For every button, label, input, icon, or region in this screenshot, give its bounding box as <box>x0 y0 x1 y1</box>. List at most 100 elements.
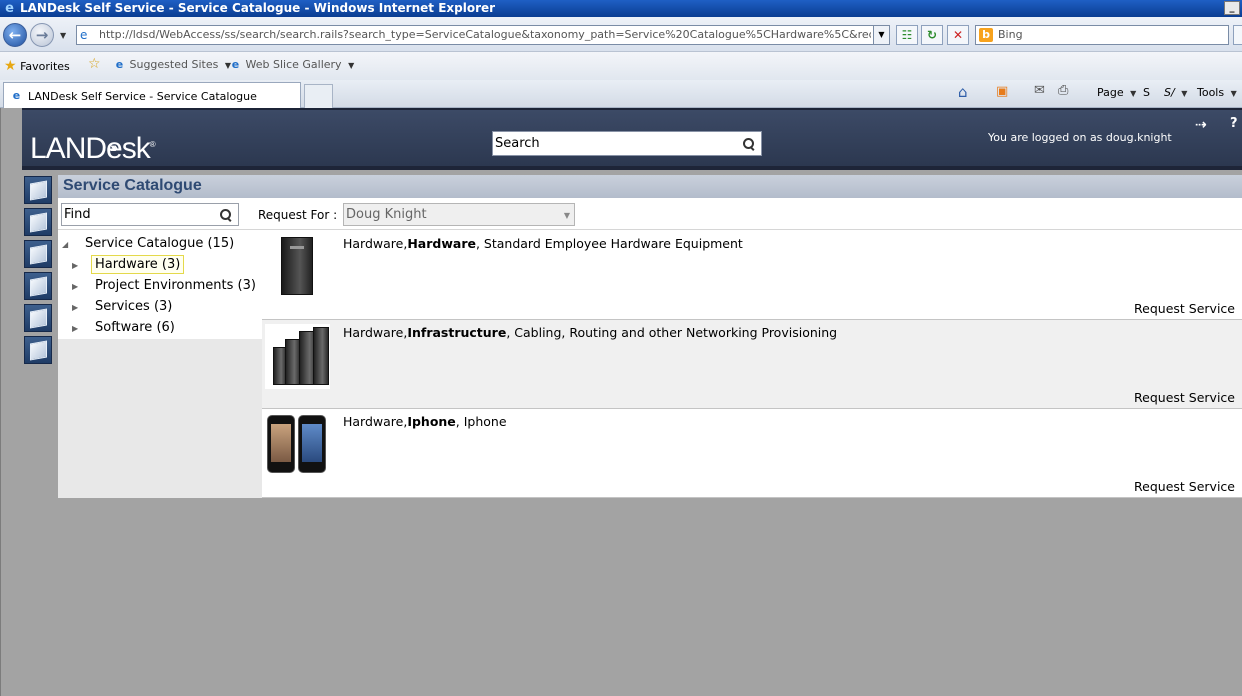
phone-shape <box>298 415 326 473</box>
side-nav-item[interactable] <box>24 272 52 300</box>
side-nav-item[interactable] <box>24 176 52 204</box>
item-name[interactable]: Hardware <box>407 236 476 251</box>
collapsed-triangle-icon[interactable]: ▶ <box>72 324 78 333</box>
search-icon[interactable] <box>743 138 755 150</box>
compatibility-view-button[interactable]: ☷ <box>896 25 918 45</box>
app-header: LANDesk® ››› You are logged on as doug.k… <box>22 108 1242 166</box>
search-go-button[interactable] <box>1233 25 1242 45</box>
page-menu[interactable]: Page ▼ <box>1097 86 1136 99</box>
item-name[interactable]: Iphone <box>407 414 455 429</box>
new-tab-button[interactable] <box>304 84 333 108</box>
help-icon[interactable]: ? <box>1230 116 1242 131</box>
suggested-sites-label: Suggested Sites <box>129 58 219 71</box>
tab-label: LANDesk Self Service - Service Catalogue <box>28 90 257 103</box>
side-nav <box>22 170 56 696</box>
web-slice-gallery-button[interactable]: e Web Slice Gallery ▼ <box>229 58 354 71</box>
add-favorites-icon[interactable]: ☆ <box>88 56 101 72</box>
favorites-label: Favorites <box>20 60 70 73</box>
search-box[interactable]: b Bing <box>975 25 1229 45</box>
pc-tower-image <box>265 235 330 300</box>
print-icon[interactable]: ⎙ <box>1058 83 1068 98</box>
chevron-down-icon: ▼ <box>563 211 570 220</box>
forward-button[interactable]: → <box>30 23 54 47</box>
cube-icon <box>30 180 47 201</box>
tools-menu[interactable]: Tools ▼ <box>1197 86 1237 99</box>
star-icon: ★ <box>4 58 17 74</box>
server-racks-image <box>265 324 330 389</box>
item-name[interactable]: Infrastructure <box>407 325 506 340</box>
side-nav-item[interactable] <box>24 240 52 268</box>
cube-icon <box>30 276 47 297</box>
mail-icon[interactable]: ✉ <box>1034 83 1045 98</box>
catalogue-results: Hardware,Hardware, Standard Employee Har… <box>262 231 1242 498</box>
tools-menu-label: Tools <box>1197 86 1225 99</box>
address-dropdown-icon[interactable]: ▼ <box>873 26 889 44</box>
chevron-down-icon: ▼ <box>348 61 355 70</box>
item-description: Hardware,Iphone, Iphone <box>343 414 507 429</box>
registered-icon: ® <box>149 140 156 149</box>
logo-chevrons-icon: ››› <box>110 139 118 155</box>
server-rack <box>313 327 329 385</box>
cube-icon <box>30 340 47 361</box>
request-service-button[interactable]: Request Service <box>1134 301 1235 316</box>
suggested-sites-button[interactable]: e Suggested Sites ▼ <box>113 58 231 71</box>
address-url[interactable]: http://ldsd/WebAccess/ss/search/search.r… <box>99 28 871 42</box>
page-gutter <box>0 108 22 696</box>
chevron-down-icon: ▼ <box>1181 89 1188 98</box>
tree-node-label: Service Catalogue (15) <box>85 236 235 251</box>
sa-menu[interactable]: S/ ▼ <box>1164 86 1187 99</box>
find-input[interactable] <box>64 205 214 224</box>
side-nav-item[interactable] <box>24 208 52 236</box>
catalogue-toolbar: Request For : Doug Knight ▼ <box>58 198 1242 230</box>
stop-button[interactable]: ✕ <box>947 25 969 45</box>
item-description: Hardware,Hardware, Standard Employee Har… <box>343 236 743 251</box>
logout-icon[interactable]: ⇢ <box>1195 117 1207 133</box>
list-item: Hardware,Hardware, Standard Employee Har… <box>262 231 1242 320</box>
tree-node-label: Project Environments (3) <box>95 278 256 293</box>
request-service-button[interactable]: Request Service <box>1134 390 1235 405</box>
page-title: Service Catalogue <box>63 177 202 194</box>
cube-icon <box>30 212 47 233</box>
page-menu-label: Page <box>1097 86 1124 99</box>
refresh-button[interactable]: ↻ <box>921 25 943 45</box>
request-service-button[interactable]: Request Service <box>1134 479 1235 494</box>
tab-service-catalogue[interactable]: e LANDesk Self Service - Service Catalog… <box>3 82 301 108</box>
request-for-value: Doug Knight <box>346 207 427 222</box>
list-item: Hardware,Iphone, Iphone Request Service <box>262 409 1242 498</box>
service-catalogue-panel: Service Catalogue Request For : Doug Kni… <box>58 175 1242 498</box>
history-dropdown-icon[interactable]: ▼ <box>60 31 66 40</box>
home-icon[interactable]: ⌂ <box>958 83 968 101</box>
logo-text: LANDesk <box>30 132 151 165</box>
ie-page-icon: e <box>231 58 240 71</box>
search-engine-label: Bing <box>998 28 1023 41</box>
collapsed-triangle-icon[interactable]: ▶ <box>72 261 78 270</box>
feeds-icon[interactable]: ▣ <box>996 84 1008 99</box>
search-input[interactable] <box>495 133 735 154</box>
favorites-button[interactable]: ★ Favorites <box>4 58 70 74</box>
navigation-bar: ← → ▼ e http://ldsd/WebAccess/ss/search/… <box>0 17 1242 52</box>
header-search[interactable] <box>492 131 762 156</box>
list-item: Hardware,Infrastructure, Cabling, Routin… <box>262 320 1242 409</box>
request-for-label: Request For : <box>258 208 338 222</box>
collapsed-triangle-icon[interactable]: ▶ <box>72 303 78 312</box>
ie-page-icon: e <box>12 89 21 102</box>
search-icon[interactable] <box>220 209 232 221</box>
tab-bar: e LANDesk Self Service - Service Catalog… <box>0 80 1242 108</box>
item-detail: , Cabling, Routing and other Networking … <box>506 325 838 340</box>
side-nav-item[interactable] <box>24 336 52 364</box>
find-box[interactable] <box>61 203 239 226</box>
ie-logo-icon: e <box>5 1 14 16</box>
expanded-triangle-icon[interactable]: ◢ <box>62 240 68 249</box>
phone-screen <box>271 424 291 462</box>
favorites-bar: ★ Favorites ☆ e Suggested Sites ▼ e Web … <box>0 52 1242 80</box>
minimize-button[interactable]: _ <box>1224 1 1240 15</box>
safety-menu[interactable]: S <box>1143 86 1150 99</box>
back-button[interactable]: ← <box>3 23 27 47</box>
address-bar[interactable]: e http://ldsd/WebAccess/ss/search/search… <box>76 25 890 45</box>
side-nav-item[interactable] <box>24 304 52 332</box>
page-icon: e <box>80 28 88 42</box>
item-category: Hardware, <box>343 325 408 340</box>
item-category: Hardware, <box>343 414 408 429</box>
collapsed-triangle-icon[interactable]: ▶ <box>72 282 78 291</box>
request-for-select[interactable]: Doug Knight ▼ <box>343 203 575 226</box>
